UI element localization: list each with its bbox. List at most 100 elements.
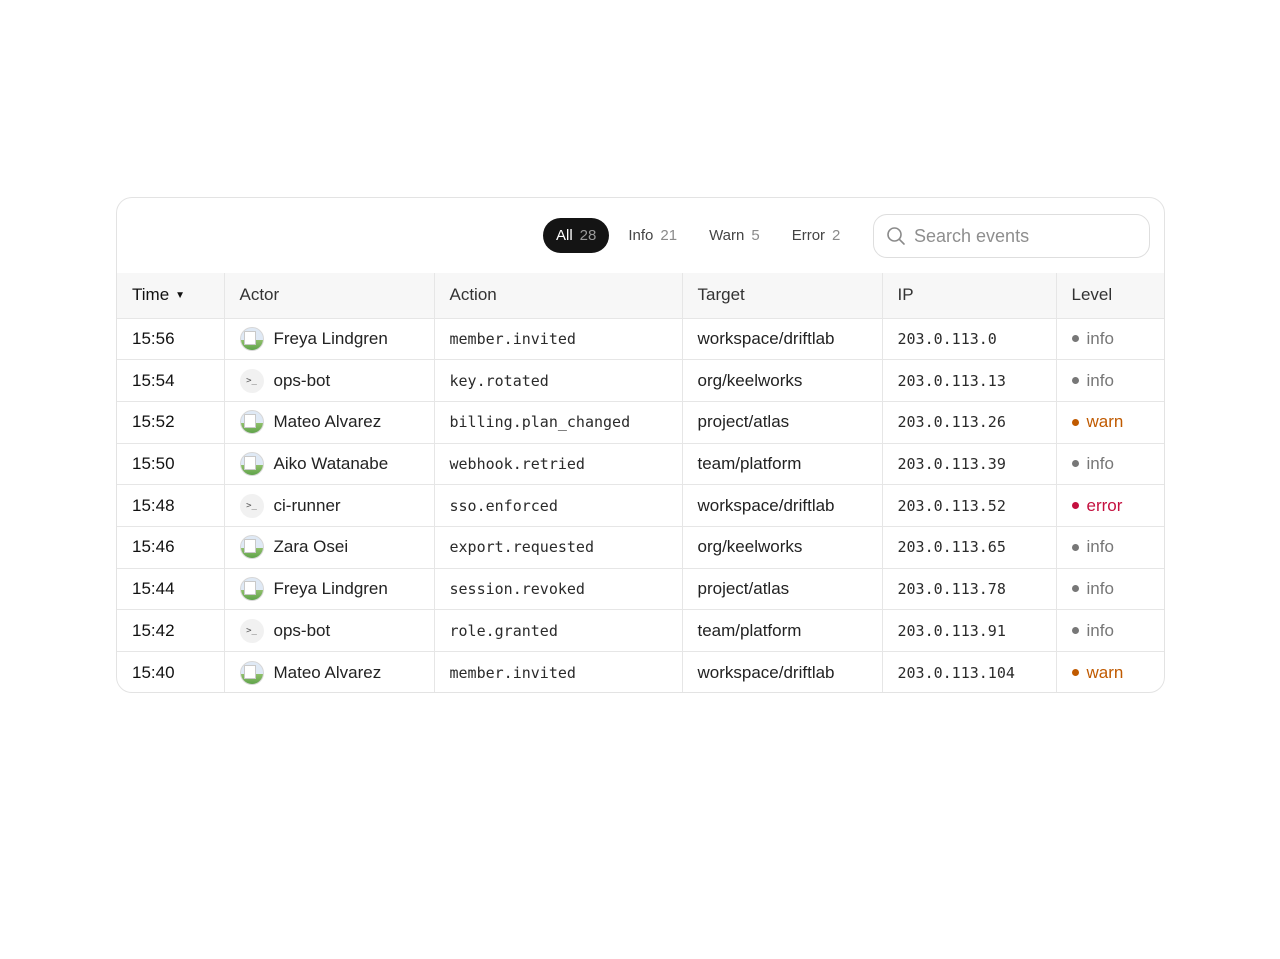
filter-chip-count: 2 xyxy=(832,227,841,244)
column-header-actor[interactable]: Actor xyxy=(224,273,435,319)
cell-level: info xyxy=(1056,443,1164,486)
column-header-label: Time xyxy=(132,285,170,305)
actor-name: Zara Osei xyxy=(273,537,349,557)
cell-ip: 203.0.113.52 xyxy=(882,484,1057,527)
column-header-level[interactable]: Level xyxy=(1056,273,1164,319)
cell-ip: 203.0.113.104 xyxy=(882,651,1057,692)
cell-action: member.invited xyxy=(434,318,683,361)
cell-time: 15:56 xyxy=(117,318,225,361)
filter-chip-all[interactable]: All 28 xyxy=(543,218,610,253)
level-dot-icon xyxy=(1071,502,1079,510)
level-badge: info xyxy=(1086,620,1114,640)
avatar-image-icon xyxy=(239,576,264,601)
level-badge: error xyxy=(1086,495,1123,515)
filter-chip-error[interactable]: Error 2 xyxy=(779,218,854,253)
level-badge: info xyxy=(1086,328,1114,348)
filter-chip-count: 28 xyxy=(579,227,597,244)
cell-action: member.invited xyxy=(434,651,683,692)
level-dot-icon xyxy=(1071,418,1079,426)
table-row[interactable]: 15:42 >_ ops-bot role.granted team/platfo… xyxy=(117,609,1164,652)
cell-ip: 203.0.113.65 xyxy=(882,526,1057,569)
level-badge: warn xyxy=(1086,662,1124,682)
cell-time: 15:40 xyxy=(117,651,225,692)
table-header-row: Time ▼ Actor Action Target IP Level xyxy=(117,273,1164,319)
events-table: Time ▼ Actor Action Target IP Level 15:56… xyxy=(117,273,1164,692)
table-row[interactable]: 15:50 Aiko Watanabe webhook.retried team… xyxy=(117,443,1164,486)
cell-time: 15:50 xyxy=(117,443,225,486)
cell-level: info xyxy=(1056,359,1164,402)
cell-action: key.rotated xyxy=(434,359,683,402)
filter-chip-label: Warn xyxy=(709,227,745,244)
audit-log-card: All 28 Info 21 Warn 5 Error 2 Search eve… xyxy=(116,197,1165,693)
cell-target: project/atlas xyxy=(682,401,883,444)
cell-level: info xyxy=(1056,609,1164,652)
cell-target: workspace/driftlab xyxy=(682,651,883,692)
cell-action: sso.enforced xyxy=(434,484,683,527)
bot-avatar-icon: >_ xyxy=(239,493,264,518)
cell-ip: 203.0.113.91 xyxy=(882,609,1057,652)
cell-target: workspace/driftlab xyxy=(682,484,883,527)
cell-target: org/keelworks xyxy=(682,359,883,402)
actor-name: Mateo Alvarez xyxy=(273,412,382,432)
column-header-action[interactable]: Action xyxy=(434,273,683,319)
actor-name: Aiko Watanabe xyxy=(273,453,389,473)
level-dot-icon xyxy=(1071,377,1079,385)
avatar-image-icon xyxy=(239,451,264,476)
column-header-target[interactable]: Target xyxy=(682,273,883,319)
bot-avatar-icon: >_ xyxy=(239,618,264,643)
filter-chip-count: 5 xyxy=(751,227,760,244)
table-row[interactable]: 15:44 Freya Lindgren session.revoked pro… xyxy=(117,568,1164,611)
actor-name: ci-runner xyxy=(273,495,341,515)
cell-target: team/platform xyxy=(682,443,883,486)
actor-name: ops-bot xyxy=(273,620,331,640)
level-dot-icon xyxy=(1071,627,1079,635)
cell-time: 15:48 xyxy=(117,484,225,527)
table-row[interactable]: 15:40 Mateo Alvarez member.invited works… xyxy=(117,651,1164,692)
search-input[interactable] xyxy=(914,225,1134,247)
actor-name: Mateo Alvarez xyxy=(273,662,382,682)
level-filter-chips: All 28 Info 21 Warn 5 Error 2 xyxy=(543,218,859,253)
cell-actor: >_ ops-bot xyxy=(224,359,435,402)
cell-action: webhook.retried xyxy=(434,443,683,486)
cell-target: project/atlas xyxy=(682,568,883,611)
cell-actor: Mateo Alvarez xyxy=(224,651,435,692)
cell-ip: 203.0.113.0 xyxy=(882,318,1057,361)
filter-chip-warn[interactable]: Warn 5 xyxy=(696,218,773,253)
cell-actor: Aiko Watanabe xyxy=(224,443,435,486)
level-badge: info xyxy=(1086,537,1114,557)
avatar-image-icon xyxy=(239,410,264,435)
cell-action: export.requested xyxy=(434,526,683,569)
column-header-time[interactable]: Time ▼ xyxy=(117,273,225,319)
filter-chip-info[interactable]: Info 21 xyxy=(615,218,690,253)
toolbar: All 28 Info 21 Warn 5 Error 2 xyxy=(117,198,1164,273)
column-header-ip[interactable]: IP xyxy=(882,273,1057,319)
level-dot-icon xyxy=(1071,460,1079,468)
cell-ip: 203.0.113.78 xyxy=(882,568,1057,611)
filter-chip-label: All xyxy=(556,227,573,244)
avatar-image-icon xyxy=(239,535,264,560)
table-row[interactable]: 15:52 Mateo Alvarez billing.plan_changed… xyxy=(117,401,1164,444)
cell-level: info xyxy=(1056,318,1164,361)
cell-ip: 203.0.113.39 xyxy=(882,443,1057,486)
cell-actor: Zara Osei xyxy=(224,526,435,569)
filter-chip-label: Error xyxy=(791,227,826,244)
filter-chip-label: Info xyxy=(628,227,654,244)
cell-ip: 203.0.113.26 xyxy=(882,401,1057,444)
table-row[interactable]: 15:56 Freya Lindgren member.invited work… xyxy=(117,318,1164,361)
cell-actor: Freya Lindgren xyxy=(224,318,435,361)
actor-name: Freya Lindgren xyxy=(273,578,388,598)
cell-action: session.revoked xyxy=(434,568,683,611)
cell-ip: 203.0.113.13 xyxy=(882,359,1057,402)
level-dot-icon xyxy=(1071,335,1079,343)
cell-target: workspace/driftlab xyxy=(682,318,883,361)
cell-target: org/keelworks xyxy=(682,526,883,569)
cell-action: billing.plan_changed xyxy=(434,401,683,444)
filter-chip-count: 21 xyxy=(660,227,678,244)
cell-time: 15:54 xyxy=(117,359,225,402)
avatar-image-icon xyxy=(239,326,264,351)
avatar-image-icon xyxy=(239,660,264,685)
table-row[interactable]: 15:48 >_ ci-runner sso.enforced workspace… xyxy=(117,484,1164,527)
table-row[interactable]: 15:46 Zara Osei export.requested org/kee… xyxy=(117,526,1164,569)
table-row[interactable]: 15:54 >_ ops-bot key.rotated org/keelwork… xyxy=(117,359,1164,402)
search-box[interactable] xyxy=(873,214,1150,258)
